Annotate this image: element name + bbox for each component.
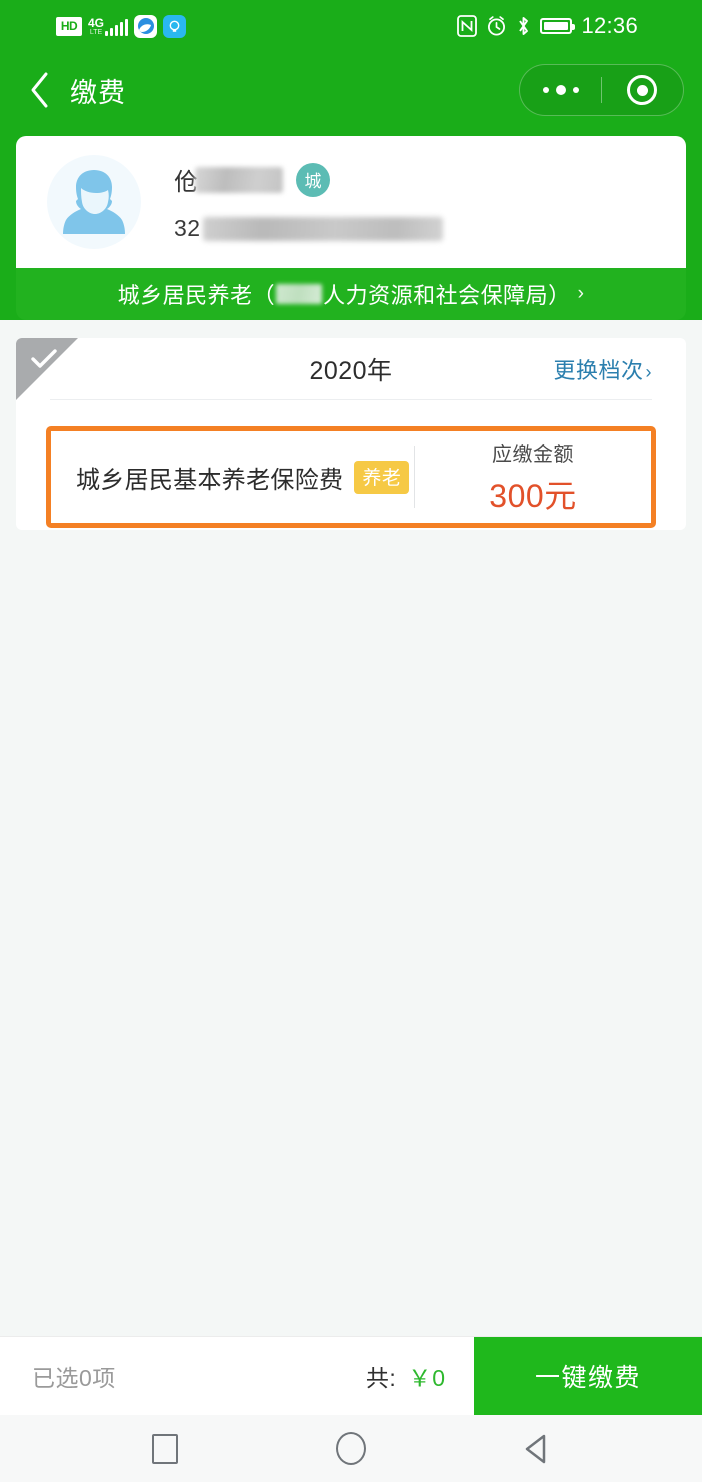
user-details: 伧 城 32 — [174, 162, 443, 242]
network-type-label: 4G — [88, 15, 105, 30]
nfc-icon — [457, 15, 478, 37]
payment-card-header: 2020年 更换档次 › — [50, 338, 652, 400]
cloud-app-icon — [134, 14, 158, 38]
chevron-right-icon: › — [577, 283, 585, 304]
page-title: 缴费 — [70, 77, 126, 108]
total-amount-value: ￥0 — [408, 1365, 446, 1391]
back-triangle-icon — [525, 1434, 546, 1463]
user-id-redacted — [202, 216, 443, 241]
app-header: 缴费 — [0, 52, 702, 128]
back-button[interactable] — [18, 68, 62, 112]
user-type-badge: 城 — [296, 162, 330, 197]
signal-bars-icon: 4G LTE — [88, 15, 129, 36]
system-back-button[interactable] — [508, 1420, 566, 1478]
total-amount-block: 共: ￥0 — [366, 1359, 446, 1393]
battery-icon — [540, 18, 576, 34]
user-avatar-icon — [46, 154, 142, 250]
organization-redacted — [276, 284, 323, 304]
payment-item-left: 城乡居民基本养老保险费 养老 — [51, 460, 414, 495]
flashlight-app-icon — [163, 14, 187, 38]
android-navigation-bar — [0, 1415, 702, 1482]
organization-suffix: 人力资源和社会保障局） — [323, 283, 571, 308]
selected-count-label: 已选0项 — [32, 1365, 116, 1391]
network-sub-label: LTE — [89, 28, 103, 36]
organization-selector[interactable]: 城乡居民养老（ 人力资源和社会保障局） › — [16, 268, 686, 320]
checkmark-ribbon-icon[interactable] — [30, 349, 58, 371]
payment-item-row[interactable]: 城乡居民基本养老保险费 养老 应缴金额 300元 — [46, 426, 656, 528]
bottom-action-bar: 已选0项 共: ￥0 一键缴费 — [0, 1336, 702, 1416]
user-name-redacted — [195, 166, 283, 193]
status-bar: HD 4G LTE 12:36 — [0, 0, 702, 52]
more-options-icon[interactable] — [520, 85, 601, 95]
payment-card: 2020年 更换档次 › 城乡居民基本养老保险费 养老 应缴金额 300元 — [16, 338, 686, 530]
organization-prefix: 城乡居民养老（ — [117, 283, 276, 308]
organization-text: 城乡居民养老（ 人力资源和社会保障局） › — [118, 278, 585, 310]
payment-item-amount-block: 应缴金额 300元 — [415, 438, 651, 517]
one-click-pay-button[interactable]: 一键缴费 — [474, 1336, 702, 1416]
user-id-row: 32 — [174, 215, 443, 242]
status-bar-left: HD 4G LTE — [56, 14, 187, 38]
total-label: 共: — [365, 1365, 397, 1391]
user-id-prefix: 32 — [174, 215, 201, 241]
recents-square-icon — [152, 1433, 178, 1464]
status-bar-right: 12:36 — [457, 13, 638, 39]
status-bar-clock: 12:36 — [581, 13, 638, 38]
amount-label: 应缴金额 — [492, 443, 574, 466]
home-circle-icon — [336, 1432, 366, 1465]
mini-program-close-icon[interactable] — [602, 75, 683, 105]
user-name-row: 伧 城 — [174, 162, 443, 197]
mini-program-capsule[interactable] — [519, 64, 684, 116]
payment-year: 2020年 — [309, 356, 393, 385]
hd-icon: HD — [56, 16, 82, 36]
home-button[interactable] — [322, 1420, 380, 1478]
payment-item-tag: 养老 — [354, 460, 410, 494]
amount-value: 300元 — [489, 477, 577, 514]
payment-item-name: 城乡居民基本养老保险费 — [76, 466, 344, 494]
back-chevron-icon — [31, 72, 48, 108]
alarm-clock-icon — [488, 16, 506, 36]
user-info-card: 伧 城 32 — [16, 136, 686, 268]
bluetooth-icon — [519, 17, 529, 35]
recents-button[interactable] — [136, 1420, 194, 1478]
